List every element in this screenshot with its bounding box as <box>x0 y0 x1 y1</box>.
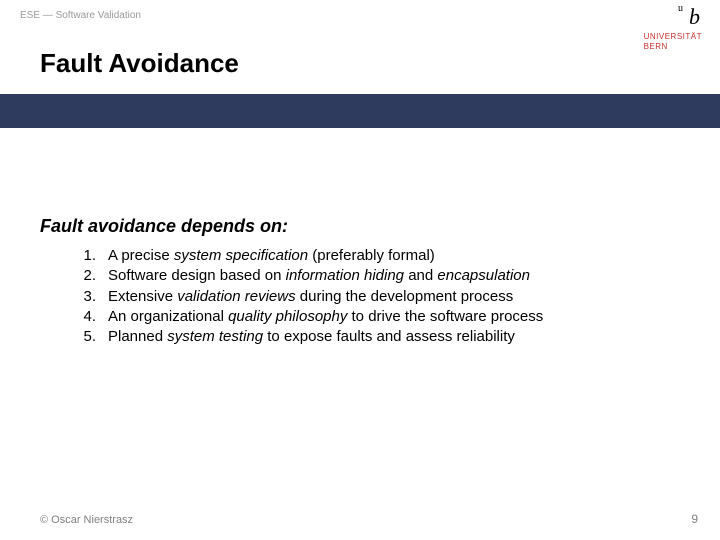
list-number: 3. <box>72 287 108 307</box>
list-item: 5. Planned system testing to expose faul… <box>72 327 690 347</box>
logo-university-name: UNIVERSITÄTBERN <box>644 32 702 51</box>
list-text: Extensive validation reviews during the … <box>108 287 690 307</box>
list-text: An organizational quality philosophy to … <box>108 307 690 327</box>
numbered-list: 1. A precise system specification (prefe… <box>72 246 690 347</box>
logo-sup: u <box>678 3 683 14</box>
list-item: 3. Extensive validation reviews during t… <box>72 287 690 307</box>
title-band <box>0 94 720 128</box>
list-text: Planned system testing to expose faults … <box>108 327 690 347</box>
list-text: A precise system specification (preferab… <box>108 246 690 266</box>
list-number: 4. <box>72 307 108 327</box>
list-number: 5. <box>72 327 108 347</box>
list-item: 4. An organizational quality philosophy … <box>72 307 690 327</box>
logo-mark: ub <box>644 6 700 28</box>
list-text: Software design based on information hid… <box>108 266 690 286</box>
list-item: 1. A precise system specification (prefe… <box>72 246 690 266</box>
course-label: ESE — Software Validation <box>20 10 141 21</box>
list-number: 2. <box>72 266 108 286</box>
page-number: 9 <box>691 512 698 526</box>
university-logo: ub UNIVERSITÄTBERN <box>644 6 702 51</box>
section-subhead: Fault avoidance depends on: <box>40 216 288 237</box>
list-item: 2. Software design based on information … <box>72 266 690 286</box>
footer-copyright: © Oscar Nierstrasz <box>40 514 133 526</box>
slide-title: Fault Avoidance <box>40 48 239 79</box>
list-number: 1. <box>72 246 108 266</box>
